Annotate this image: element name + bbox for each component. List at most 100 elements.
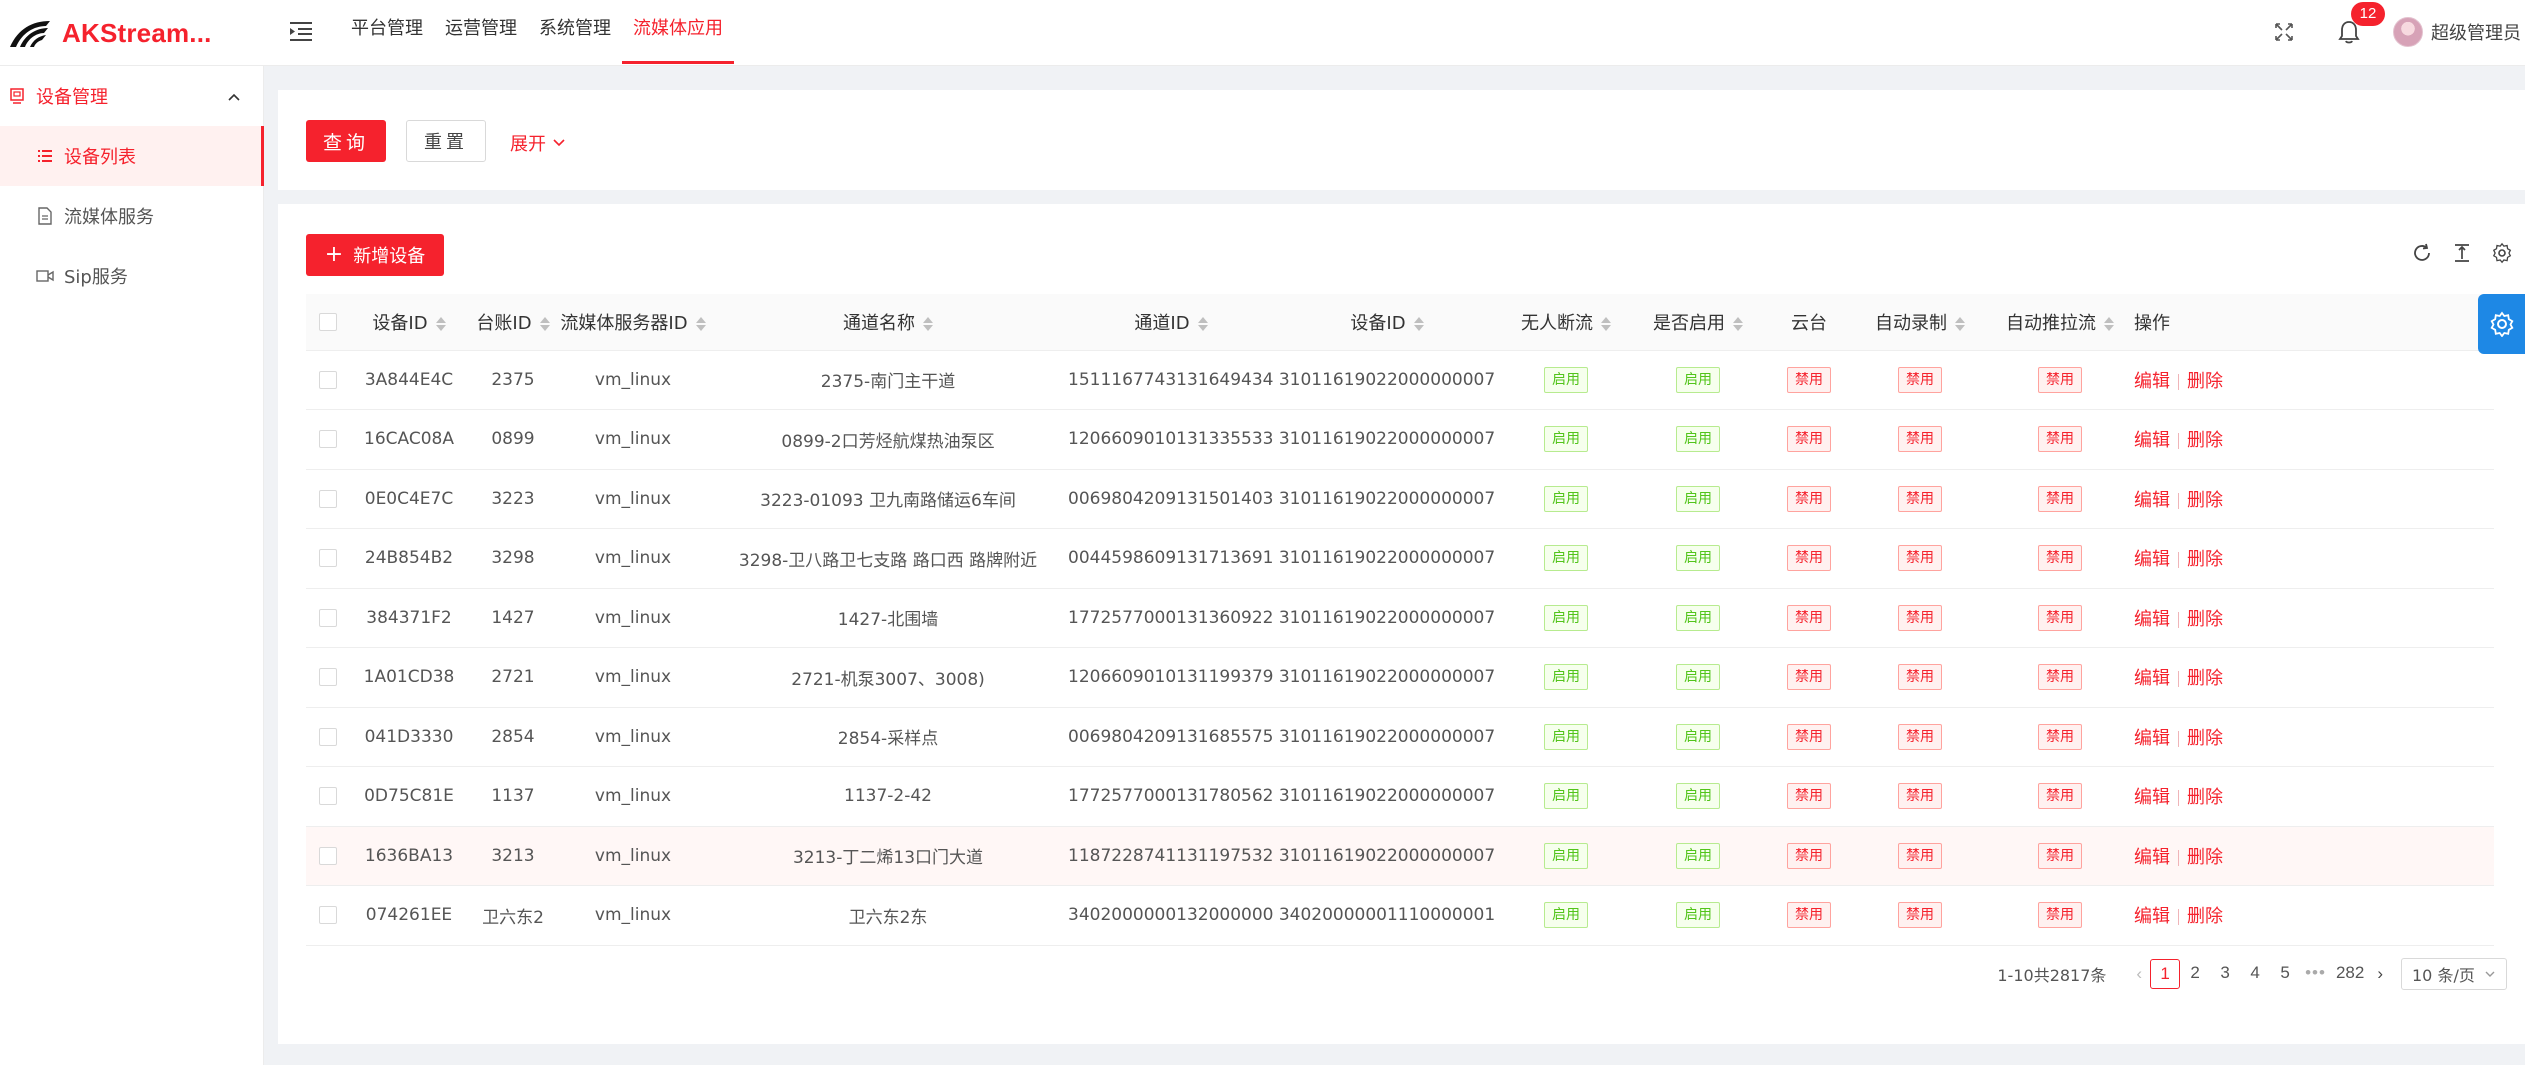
table-row[interactable]: 384371F2 1427 vm_linux 1427-北围墙 17725770…: [306, 588, 2494, 648]
sort-icon[interactable]: [1955, 316, 1965, 331]
cell-server-id: vm_linux: [558, 766, 708, 827]
delete-link[interactable]: 删除: [2187, 847, 2223, 868]
reset-button[interactable]: 重置: [406, 120, 486, 162]
page-last[interactable]: 282: [2331, 959, 2369, 989]
delete-link[interactable]: 删除: [2187, 371, 2223, 392]
row-checkbox[interactable]: [319, 727, 337, 746]
col-enabled[interactable]: 是否启用: [1632, 294, 1764, 351]
row-checkbox[interactable]: [319, 430, 337, 449]
edit-link[interactable]: 编辑: [2134, 847, 2170, 868]
delete-link[interactable]: 删除: [2187, 430, 2223, 451]
sort-icon[interactable]: [1413, 316, 1424, 331]
table-row[interactable]: 24B854B2 3298 vm_linux 3298-卫八路卫七支路 路口西 …: [306, 528, 2494, 589]
top-nav-system[interactable]: 系统管理: [528, 0, 622, 64]
page-1[interactable]: 1: [2150, 959, 2181, 989]
edit-link[interactable]: 编辑: [2134, 430, 2170, 451]
col-ledger-id[interactable]: 台账ID: [468, 294, 558, 351]
page-ellipsis[interactable]: •••: [2300, 959, 2331, 989]
delete-link[interactable]: 删除: [2187, 728, 2223, 749]
prev-page-icon[interactable]: ‹: [2128, 964, 2150, 984]
status-tag-no-user-stop: 启用: [1544, 783, 1588, 810]
sort-icon[interactable]: [539, 316, 550, 331]
sort-icon[interactable]: [435, 316, 446, 331]
delete-link[interactable]: 删除: [2187, 668, 2223, 689]
fullscreen-icon[interactable]: [2273, 21, 2295, 43]
notifications[interactable]: 12: [2335, 2, 2385, 46]
edit-link[interactable]: 编辑: [2134, 668, 2170, 689]
menu-fold-icon[interactable]: [286, 16, 316, 46]
page-3[interactable]: 3: [2210, 959, 2240, 989]
table-row[interactable]: 1636BA13 3213 vm_linux 3213-丁二烯13口门大道 11…: [306, 826, 2494, 886]
edit-link[interactable]: 编辑: [2134, 490, 2170, 511]
edit-link[interactable]: 编辑: [2134, 728, 2170, 749]
sort-icon[interactable]: [695, 316, 706, 331]
next-page-icon[interactable]: ›: [2369, 964, 2391, 984]
col-server-id[interactable]: 流媒体服务器ID: [558, 294, 708, 351]
settings-icon[interactable]: [2491, 242, 2513, 264]
sidebar-group-label: 设备管理: [36, 87, 108, 108]
sort-icon[interactable]: [1197, 316, 1208, 331]
user-menu[interactable]: 超级管理员: [2393, 17, 2521, 47]
page-5[interactable]: 5: [2270, 959, 2300, 989]
page-2[interactable]: 2: [2180, 959, 2210, 989]
table-row[interactable]: 16CAC08A 0899 vm_linux 0899-2口芳烃航煤热油泵区 1…: [306, 409, 2494, 470]
delete-link[interactable]: 删除: [2187, 609, 2223, 630]
sidebar-item-stream-service[interactable]: 流媒体服务: [0, 186, 263, 246]
table-row[interactable]: 041D3330 2854 vm_linux 2854-采样点 00698042…: [306, 707, 2494, 767]
page-size-select[interactable]: 10 条/页: [2401, 958, 2507, 990]
delete-link[interactable]: 删除: [2187, 549, 2223, 570]
reload-icon[interactable]: [2411, 242, 2433, 264]
notification-badge: 12: [2351, 2, 2385, 26]
row-checkbox[interactable]: [319, 906, 337, 925]
col-auto-push[interactable]: 自动推拉流: [1986, 294, 2134, 351]
delete-link[interactable]: 删除: [2187, 906, 2223, 927]
col-device-id-2[interactable]: 设备ID: [1274, 294, 1500, 351]
top-nav-streaming[interactable]: 流媒体应用: [622, 0, 734, 64]
select-all-checkbox[interactable]: [319, 313, 337, 332]
table-row[interactable]: 0E0C4E7C 3223 vm_linux 3223-01093 卫九南路储运…: [306, 469, 2494, 529]
row-checkbox[interactable]: [319, 668, 337, 687]
row-checkbox[interactable]: [319, 787, 337, 806]
edit-link[interactable]: 编辑: [2134, 906, 2170, 927]
row-checkbox[interactable]: [319, 489, 337, 508]
row-checkbox[interactable]: [319, 846, 337, 865]
edit-link[interactable]: 编辑: [2134, 371, 2170, 392]
top-nav-operations[interactable]: 运营管理: [434, 0, 528, 64]
edit-link[interactable]: 编辑: [2134, 787, 2170, 808]
table-row[interactable]: 1A01CD38 2721 vm_linux 2721-机泵3007、3008)…: [306, 647, 2494, 708]
col-no-user-stop[interactable]: 无人断流: [1500, 294, 1632, 351]
sort-icon[interactable]: [2104, 316, 2114, 331]
top-nav-platform[interactable]: 平台管理: [340, 0, 434, 64]
sidebar-item-sip-service[interactable]: Sip服务: [0, 246, 263, 306]
edit-link[interactable]: 编辑: [2134, 549, 2170, 570]
row-checkbox[interactable]: [319, 370, 337, 389]
cell-device-id-2: 31011619022000000007: [1274, 409, 1500, 470]
logo[interactable]: AKStream...: [0, 0, 264, 66]
add-device-button[interactable]: + 新增设备: [306, 234, 444, 276]
sidebar-item-device-list[interactable]: 设备列表: [0, 126, 264, 186]
table-row[interactable]: 0D75C81E 1137 vm_linux 1137-2-42 1772577…: [306, 766, 2494, 827]
status-tag-ptz: 禁用: [1787, 485, 1831, 512]
edit-link[interactable]: 编辑: [2134, 609, 2170, 630]
sidebar-group-device-management[interactable]: 设备管理: [0, 66, 263, 126]
sort-icon[interactable]: [1601, 316, 1611, 331]
row-checkbox[interactable]: [319, 608, 337, 627]
cell-channel-id: 00445986091317136918: [1068, 528, 1274, 589]
col-channel-name[interactable]: 通道名称: [708, 294, 1068, 351]
user-avatar: [2393, 17, 2423, 47]
table-row[interactable]: 3A844E4C 2375 vm_linux 2375-南门主干道 151116…: [306, 350, 2494, 410]
column-height-icon[interactable]: [2451, 242, 2473, 264]
sort-icon[interactable]: [923, 316, 933, 331]
expand-link[interactable]: 展开: [510, 130, 566, 156]
query-button[interactable]: 查询: [306, 120, 386, 162]
row-checkbox[interactable]: [319, 549, 337, 568]
page-4[interactable]: 4: [2240, 959, 2270, 989]
col-auto-record[interactable]: 自动录制: [1854, 294, 1986, 351]
col-channel-id[interactable]: 通道ID: [1068, 294, 1274, 351]
sort-icon[interactable]: [1733, 316, 1743, 331]
table-row[interactable]: 074261EE 卫六东2 vm_linux 卫六东2东 34020000001…: [306, 885, 2494, 946]
col-device-id[interactable]: 设备ID: [350, 294, 468, 351]
floating-settings-button[interactable]: [2478, 294, 2525, 354]
delete-link[interactable]: 删除: [2187, 787, 2223, 808]
delete-link[interactable]: 删除: [2187, 490, 2223, 511]
